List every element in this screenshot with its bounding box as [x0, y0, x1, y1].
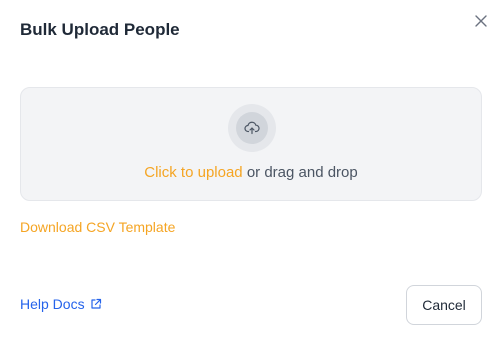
close-icon [475, 15, 487, 27]
bulk-upload-dialog: Bulk Upload People Click to upload or dr… [0, 0, 504, 345]
download-csv-template-link[interactable]: Download CSV Template [20, 219, 175, 235]
close-button[interactable] [472, 12, 490, 30]
help-docs-link[interactable]: Help Docs [20, 296, 102, 312]
cancel-button[interactable]: Cancel [406, 285, 482, 325]
help-docs-label: Help Docs [20, 296, 85, 312]
upload-icon-container [228, 104, 276, 152]
dropzone-text: Click to upload or drag and drop [21, 164, 481, 181]
dialog-title: Bulk Upload People [20, 20, 180, 39]
drag-drop-text: or drag and drop [242, 164, 358, 181]
upload-dropzone[interactable]: Click to upload or drag and drop [20, 87, 482, 201]
cloud-upload-icon [244, 121, 260, 135]
click-to-upload-link[interactable]: Click to upload [144, 164, 242, 181]
external-link-icon [90, 298, 101, 309]
